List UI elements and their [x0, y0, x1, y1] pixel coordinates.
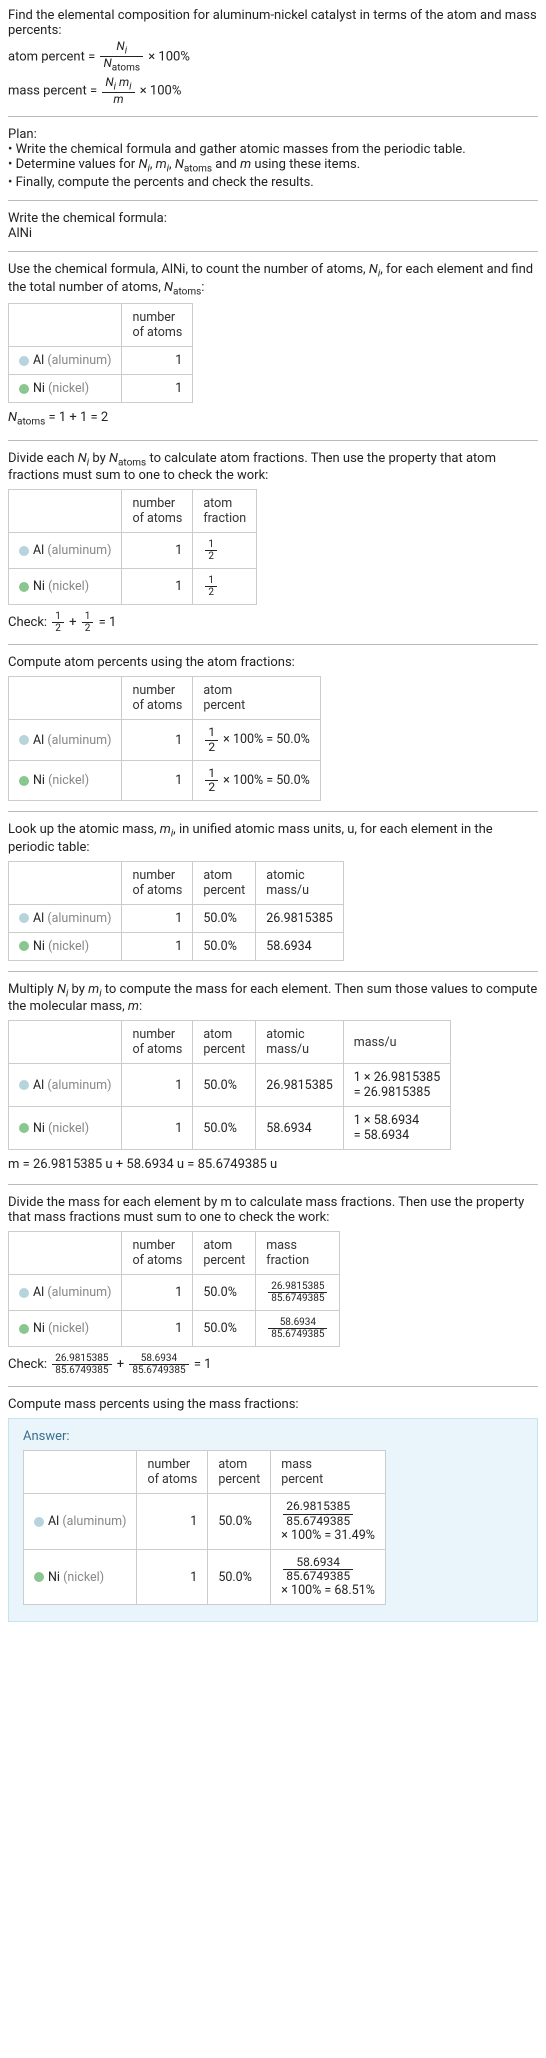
plan-bullet: • Determine values for Ni, mi, Natoms an… [8, 157, 538, 175]
table-row: Ni (nickel) 1 [9, 375, 193, 403]
plan-bullet: • Write the chemical formula and gather … [8, 142, 538, 157]
table-row: Ni (nickel) 1 50.0% 58.6934 [9, 932, 344, 960]
atoms-table: number of atoms Al (aluminum) 1 Ni (nick… [8, 303, 193, 403]
atomic-mass-block: Look up the atomic mass, mi, in unified … [8, 822, 538, 961]
mass-fractions-block: Divide the mass for each element by m to… [8, 1195, 538, 1376]
element-dot-al [19, 356, 29, 366]
table-row: Ni (nickel) 1 12 [9, 569, 257, 605]
answer-table: number of atoms atom percent mass percen… [23, 1450, 386, 1605]
table-row: Al (aluminum) 1 50.0% 26.9815385 [9, 904, 344, 932]
final-desc: Compute mass percents using the mass fra… [8, 1397, 538, 1412]
col-atoms: number of atoms [122, 304, 193, 347]
mass-frac-table: number of atoms atom percent mass fracti… [8, 1231, 340, 1347]
table-row: Al (aluminum) 1 50.0% 26.9815385 1 × 26.… [9, 1064, 451, 1107]
element-dot-ni [19, 384, 29, 394]
answer-label: Answer: [23, 1429, 523, 1444]
answer-box: Answer: number of atoms atom percent mas… [8, 1418, 538, 1622]
table-row: Al (aluminum) 1 50.0% 26.981538585.67493… [24, 1494, 386, 1549]
chem-formula: AlNi [8, 226, 538, 241]
mass-calc-desc: Multiply Ni by mi to compute the mass fo… [8, 982, 538, 1015]
table-row: Ni (nickel) 1 50.0% 58.693485.6749385 [9, 1311, 340, 1347]
count-atoms-block: Use the chemical formula, AlNi, to count… [8, 262, 538, 430]
atom-pct-table: number of atoms atom percent Al (aluminu… [8, 676, 321, 801]
atom-frac-desc: Divide each Ni by Natoms to calculate at… [8, 451, 538, 484]
mass-calc-block: Multiply Ni by mi to compute the mass fo… [8, 982, 538, 1175]
table-row: Ni (nickel) 1 50.0% 58.6934 1 × 58.6934 … [9, 1107, 451, 1150]
atom-frac-check: Check: 12 + 12 = 1 [8, 611, 538, 634]
atom-percents-block: Compute atom percents using the atom fra… [8, 655, 538, 801]
atomic-mass-desc: Look up the atomic mass, mi, in unified … [8, 822, 538, 855]
mass-percent-formula: mass percent = Ni mi m × 100% [8, 76, 538, 107]
atom-percent-formula: atom percent = Ni Natoms × 100% [8, 40, 538, 74]
mass-calc-table: number of atoms atom percent atomic mass… [8, 1020, 451, 1150]
natoms-sum: Natoms = 1 + 1 = 2 [8, 409, 538, 430]
table-row: Al (aluminum) 1 50.0% 26.981538585.67493… [9, 1275, 340, 1311]
table-row: Ni (nickel) 1 50.0% 58.693485.6749385 × … [24, 1549, 386, 1604]
plan-bullet: • Finally, compute the percents and chec… [8, 175, 538, 190]
table-row: Ni (nickel) 1 12 × 100% = 50.0% [9, 760, 321, 800]
table-row: Al (aluminum) 1 12 [9, 533, 257, 569]
mass-sum: m = 26.9815385 u + 58.6934 u = 85.674938… [8, 1156, 538, 1174]
atomic-mass-table: number of atoms atom percent atomic mass… [8, 861, 344, 961]
plan-block: Plan: • Write the chemical formula and g… [8, 127, 538, 190]
plan-title: Plan: [8, 127, 538, 142]
table-row: Al (aluminum) 1 12 × 100% = 50.0% [9, 720, 321, 760]
mass-frac-check: Check: 26.981538585.6749385 + 58.693485.… [8, 1353, 538, 1376]
mass-frac-desc: Divide the mass for each element by m to… [8, 1195, 538, 1225]
count-atoms-desc: Use the chemical formula, AlNi, to count… [8, 262, 538, 297]
intro-text: Find the elemental composition for alumi… [8, 8, 538, 106]
atom-pct-desc: Compute atom percents using the atom fra… [8, 655, 538, 670]
atom-frac-table: number of atoms atom fraction Al (alumin… [8, 489, 257, 605]
chem-title: Write the chemical formula: [8, 211, 538, 226]
final-block: Compute mass percents using the mass fra… [8, 1397, 538, 1622]
intro-line: Find the elemental composition for alumi… [8, 8, 538, 38]
atom-fractions-block: Divide each Ni by Natoms to calculate at… [8, 451, 538, 635]
chemical-formula-block: Write the chemical formula: AlNi [8, 211, 538, 241]
table-row: Al (aluminum) 1 [9, 347, 193, 375]
